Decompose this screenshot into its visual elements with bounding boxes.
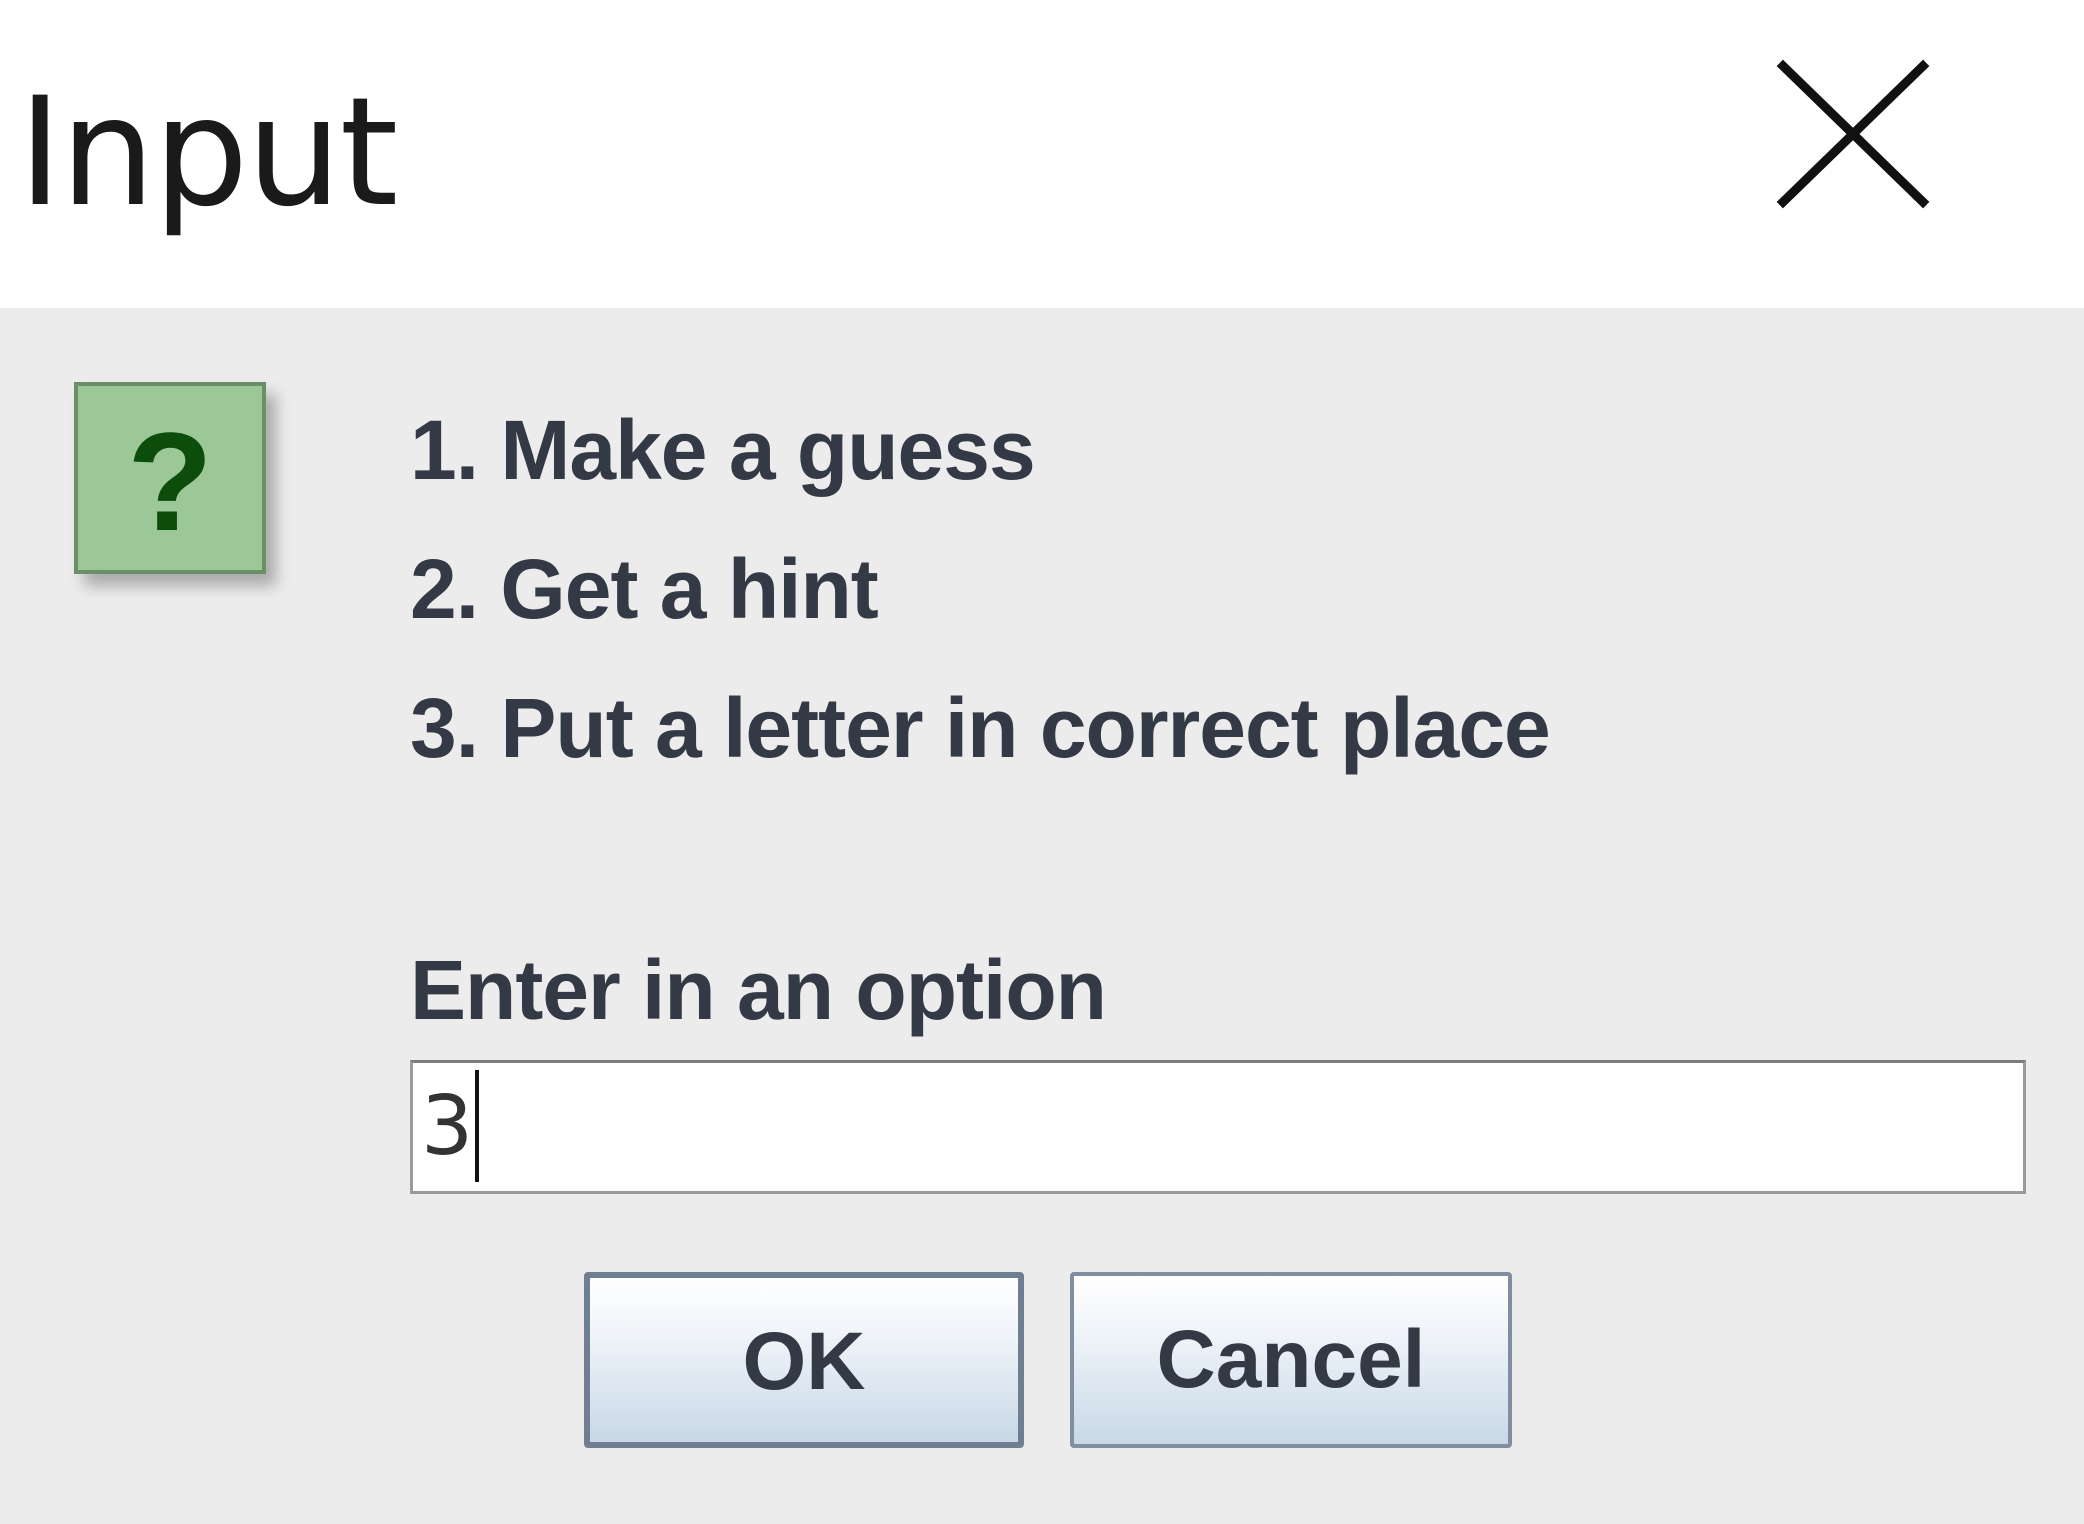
option-input[interactable]: 3 — [410, 1060, 2026, 1194]
text-caret — [475, 1069, 480, 1182]
option-input-value: 3 — [421, 1079, 474, 1174]
title-bar: Input — [0, 0, 2084, 308]
ok-button[interactable]: OK — [584, 1272, 1024, 1448]
close-icon — [1776, 59, 1930, 209]
question-icon: ? — [74, 382, 266, 574]
close-button[interactable] — [1765, 52, 1975, 222]
dialog-content: ? 1. Make a guess 2. Get a hint 3. Put a… — [0, 308, 2084, 1524]
message-line-2: 2. Get a hint — [410, 542, 879, 636]
prompt-label: Enter in an option — [410, 943, 1107, 1037]
input-dialog: Input ? 1. Make a guess 2. Get a hint 3.… — [0, 0, 2084, 1524]
window-title: Input — [18, 66, 398, 240]
question-icon-glyph: ? — [127, 403, 213, 560]
cancel-button[interactable]: Cancel — [1070, 1272, 1512, 1448]
message-line-3: 3. Put a letter in correct place — [410, 681, 1551, 775]
message-line-1: 1. Make a guess — [410, 403, 1036, 497]
